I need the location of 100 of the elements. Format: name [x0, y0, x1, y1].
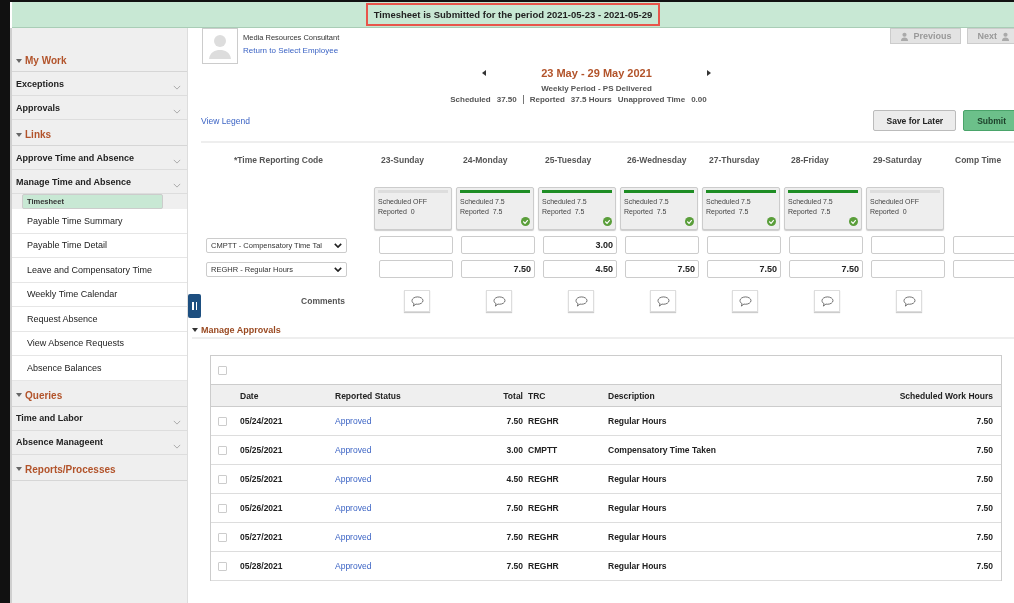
submit-button[interactable]: Submit [963, 110, 1014, 131]
status-link[interactable]: Approved [335, 503, 455, 513]
summary-value: 37.5 Hours [570, 95, 612, 104]
summary-value: 0.00 [691, 95, 707, 104]
hours-input[interactable] [379, 236, 453, 254]
comment-button[interactable] [486, 290, 512, 312]
save-for-later-button[interactable]: Save for Later [873, 110, 957, 131]
menu-item[interactable]: Payable Time Summary [12, 209, 187, 234]
table-cell-text: 7.50 [975, 532, 994, 542]
column-header: Date [240, 390, 260, 401]
status-link[interactable]: Approved [335, 445, 455, 455]
menu-item[interactable]: Leave and Compensatory Time [12, 258, 187, 283]
section-header[interactable]: Manage Approvals [192, 325, 281, 335]
table-cell-text: 05/25/2021 [240, 474, 284, 484]
person-icon [900, 31, 910, 41]
section-header[interactable]: Queries [12, 380, 187, 407]
column-header: Description [608, 390, 656, 401]
column-header: 28-Friday [790, 155, 830, 165]
summary-label: Unapproved Time [617, 95, 686, 104]
comment-button[interactable] [568, 290, 594, 312]
chevron-down-icon [173, 183, 181, 188]
next-period-icon[interactable] [706, 70, 711, 76]
hours-input[interactable] [953, 236, 1014, 254]
menu-item[interactable]: Payable Time Detail [12, 233, 187, 258]
hours-input[interactable]: 7.50 [707, 260, 781, 278]
table-cell-text: REGHR [528, 474, 560, 484]
status-link[interactable]: Approved [335, 416, 455, 426]
check-icon [603, 217, 612, 226]
return-link[interactable]: Return to Select Employee [243, 46, 340, 55]
status-link[interactable]: Approved [335, 532, 455, 542]
row-checkbox[interactable] [218, 532, 227, 542]
select-all-checkbox[interactable] [218, 365, 227, 375]
table-cell-text: 05/24/2021 [240, 416, 284, 426]
menu-group[interactable]: Approve Time and Absence [12, 146, 187, 170]
speech-bubble-icon [410, 295, 424, 307]
check-icon [521, 217, 530, 226]
row-checkbox[interactable] [218, 503, 227, 513]
table-cell-text: Regular Hours [608, 416, 668, 426]
table-cell-text: 05/26/2021 [240, 503, 284, 513]
column-header: 23-Sunday [380, 155, 425, 165]
table-cell-text: 05/27/2021 [240, 532, 284, 542]
chevron-down-icon [173, 419, 181, 425]
speech-bubble-icon [492, 295, 506, 307]
row-checkbox[interactable] [218, 445, 227, 455]
table-cell-text: Compensatory Time Taken [608, 445, 717, 455]
view-legend-link[interactable]: View Legend [201, 115, 250, 126]
hours-input[interactable]: 3.00 [543, 236, 617, 254]
table-cell-text: REGHR [528, 561, 560, 571]
table-cell-text: REGHR [528, 503, 560, 513]
comment-button[interactable] [732, 290, 758, 312]
table-cell-text: REGHR [528, 416, 560, 426]
collapse-handle[interactable] [188, 294, 201, 318]
hours-input[interactable] [707, 236, 781, 254]
menu-group[interactable]: Exceptions [12, 72, 187, 96]
period-title: 23 May - 29 May 2021 [541, 67, 652, 79]
table-cell-text: 7.50 [975, 503, 994, 513]
section-header[interactable]: Links [12, 120, 187, 146]
menu-item[interactable]: Request Absence [12, 307, 187, 332]
hours-input[interactable]: 7.50 [789, 260, 863, 278]
menu-item[interactable]: Weekly Time Calendar [12, 282, 187, 307]
comment-button[interactable] [814, 290, 840, 312]
menu-group[interactable]: Approvals [12, 96, 187, 120]
period-type: Weekly Period - PS Delivered [541, 84, 652, 93]
check-icon [849, 217, 858, 226]
hours-input[interactable]: 7.50 [461, 260, 535, 278]
row-checkbox[interactable] [218, 474, 227, 484]
section-header[interactable]: Reports/Processes [12, 454, 187, 481]
status-link[interactable]: Approved [335, 561, 455, 571]
menu-item[interactable]: View Absence Requests [12, 331, 187, 356]
column-header: 26-Wednesday [626, 155, 688, 165]
menu-group[interactable]: Absence Manageent [12, 430, 187, 455]
column-header: 25-Tuesday [544, 155, 593, 165]
status-link[interactable]: Approved [335, 474, 455, 484]
table-cell-text: 7.50 [975, 561, 994, 571]
previous-period-icon[interactable] [482, 70, 487, 76]
hours-input[interactable] [953, 260, 1014, 278]
speech-bubble-icon [738, 295, 752, 307]
hours-input[interactable] [625, 236, 699, 254]
table-cell-text: Regular Hours [608, 532, 668, 542]
comment-button[interactable] [404, 290, 430, 312]
row-checkbox[interactable] [218, 416, 227, 426]
comment-button[interactable] [896, 290, 922, 312]
hours-input[interactable]: 4.50 [543, 260, 617, 278]
hours-input[interactable] [379, 260, 453, 278]
table-cell-text: 7.50 [975, 445, 994, 455]
hours-input[interactable]: 7.50 [625, 260, 699, 278]
summary-value: 37.50 [496, 95, 517, 104]
menu-item[interactable]: Absence Balances [12, 356, 187, 381]
row-checkbox[interactable] [218, 561, 227, 571]
hours-input[interactable] [871, 260, 945, 278]
column-header: *Time Reporting Code [232, 155, 325, 165]
table-cell-text: CMPTT [528, 445, 559, 455]
section-header[interactable]: My Work [12, 46, 187, 72]
menu-group[interactable]: Time and Labor [12, 406, 187, 431]
hours-input[interactable] [789, 236, 863, 254]
hours-input[interactable] [461, 236, 535, 254]
hours-input[interactable] [871, 236, 945, 254]
chevron-down-icon [334, 242, 342, 248]
comment-button[interactable] [650, 290, 676, 312]
speech-bubble-icon [820, 295, 834, 307]
